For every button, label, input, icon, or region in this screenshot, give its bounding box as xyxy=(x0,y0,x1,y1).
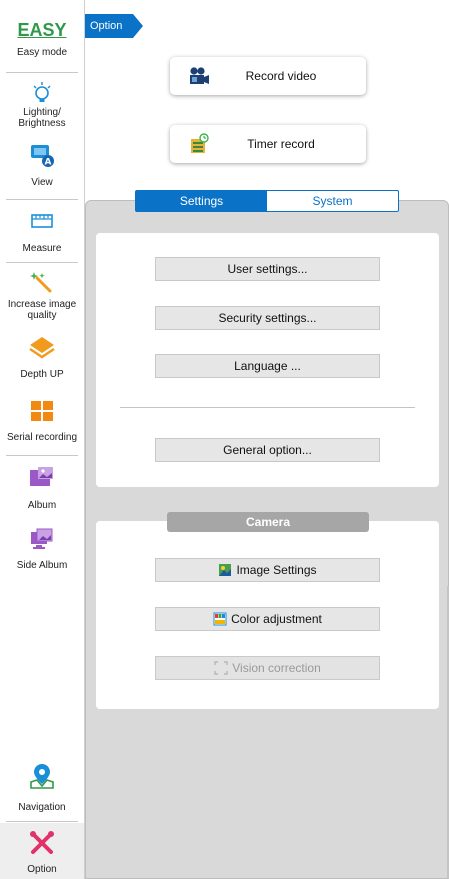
sidebar-item-label: Album xyxy=(27,500,57,511)
option-tab-arrow xyxy=(133,14,143,38)
option-tab: Option xyxy=(85,14,143,38)
image-settings-button[interactable]: Image Settings xyxy=(155,558,380,582)
tab-system[interactable]: System xyxy=(267,191,398,211)
vision-correction-label: Vision correction xyxy=(232,661,321,675)
sidebar-item-easy-mode[interactable]: EASY Easy mode xyxy=(0,20,84,58)
svg-text:A: A xyxy=(45,158,52,168)
security-settings-button[interactable]: Security settings... xyxy=(155,306,380,330)
sidebar-item-measure[interactable]: Measure xyxy=(0,210,84,254)
sidebar-item-view[interactable]: A View xyxy=(0,141,84,188)
timer-record-label: Timer record xyxy=(247,137,315,151)
sidebar-item-side-album[interactable]: Side Album xyxy=(0,527,84,571)
color-adjustment-label: Color adjustment xyxy=(231,612,322,626)
sidebar-item-lighting[interactable]: Lighting/ Brightness xyxy=(0,80,84,129)
tools-icon xyxy=(30,831,54,854)
timer-record-button[interactable]: Timer record xyxy=(170,125,366,163)
sidebar: EASY Easy mode Lighting/ Brightness A Vi… xyxy=(0,0,85,879)
sidebar-item-option[interactable]: Option xyxy=(0,823,84,879)
map-pin-icon xyxy=(30,764,54,789)
color-adjustment-button[interactable]: Color adjustment xyxy=(155,607,380,631)
record-video-label: Record video xyxy=(245,69,317,83)
sidebar-item-label: Easy mode xyxy=(16,47,68,58)
easy-logo: EASY xyxy=(17,20,67,40)
settings-system-tabs: Settings System xyxy=(135,190,399,212)
sidebar-divider xyxy=(6,199,78,200)
sidebar-item-label: View xyxy=(31,177,53,188)
folder-image-icon xyxy=(30,467,53,486)
user-settings-button[interactable]: User settings... xyxy=(155,257,380,281)
color-adjustment-icon xyxy=(213,612,227,626)
sidebar-item-label: Navigation xyxy=(18,802,66,813)
sidebar-item-label: Option xyxy=(27,864,57,875)
camera-section-title: Camera xyxy=(167,512,369,532)
bulb-icon xyxy=(33,82,51,102)
vision-correction-icon xyxy=(214,661,228,675)
view-monitor-icon: A xyxy=(31,145,54,168)
sidebar-item-label: Serial recording xyxy=(6,432,78,443)
ruler-icon xyxy=(31,214,53,228)
sidebar-item-serial-recording[interactable]: Serial recording xyxy=(0,399,84,443)
vision-correction-button[interactable]: Vision correction xyxy=(155,656,380,680)
sidebar-item-label: Side Album xyxy=(16,560,68,571)
image-settings-icon xyxy=(219,564,232,576)
sidebar-item-navigation[interactable]: Navigation xyxy=(0,762,84,813)
general-option-button[interactable]: General option... xyxy=(155,438,380,462)
sidebar-divider xyxy=(6,455,78,456)
sidebar-divider xyxy=(6,821,78,822)
sidebar-item-label: Depth UP xyxy=(20,369,64,380)
video-camera-icon xyxy=(190,67,209,84)
grid-icon xyxy=(31,401,53,421)
timer-record-icon xyxy=(191,133,209,153)
image-settings-label: Image Settings xyxy=(236,563,317,577)
monitor-image-icon xyxy=(31,528,53,549)
magic-wand-icon xyxy=(30,272,52,293)
sidebar-item-label: Increase image quality xyxy=(7,299,77,321)
sidebar-item-increase-quality[interactable]: Increase image quality xyxy=(0,270,84,321)
sidebar-divider xyxy=(6,72,78,73)
tab-settings[interactable]: Settings xyxy=(136,191,267,211)
option-tab-label: Option xyxy=(85,14,133,38)
layers-icon xyxy=(29,337,55,359)
record-video-button[interactable]: Record video xyxy=(170,57,366,95)
settings-divider xyxy=(120,407,415,408)
language-button[interactable]: Language ... xyxy=(155,354,380,378)
sidebar-divider xyxy=(6,262,78,263)
sidebar-item-label: Measure xyxy=(22,243,62,254)
sidebar-item-label: Lighting/ Brightness xyxy=(18,107,66,129)
sidebar-item-depth-up[interactable]: Depth UP xyxy=(0,335,84,380)
sidebar-item-album[interactable]: Album xyxy=(0,464,84,511)
